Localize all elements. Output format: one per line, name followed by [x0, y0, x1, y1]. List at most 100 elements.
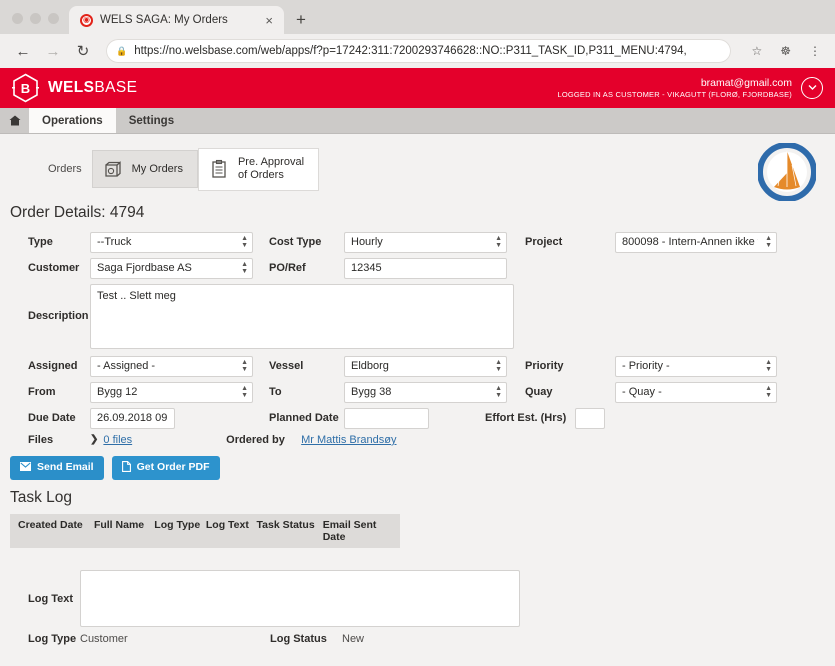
orders-tab-bar: Orders My Orders Pre. Approval of Orders	[0, 134, 835, 191]
user-account-block[interactable]: bramat@gmail.com LOGGED IN AS CUSTOMER -…	[557, 76, 823, 100]
window-controls[interactable]	[8, 13, 69, 34]
column-log-text[interactable]: Log Text	[206, 519, 257, 543]
account-chevron-down-icon[interactable]	[801, 76, 823, 99]
log-status-value: New	[342, 633, 365, 646]
project-select[interactable]: 800098 - Intern-Annen ikke fakturer	[615, 231, 777, 253]
close-tab-icon[interactable]: ×	[260, 14, 278, 27]
form-row-dates: Due Date Planned Date Effort Est. (Hrs)	[10, 407, 825, 429]
get-order-pdf-button[interactable]: Get Order PDF	[111, 455, 220, 481]
form-row-files: Files ❯ 0 files Ordered by Mr Mattis Bra…	[10, 434, 825, 446]
from-select[interactable]: Bygg 12	[90, 381, 253, 403]
priority-select[interactable]: - Priority -	[615, 355, 777, 377]
profile-icon[interactable]: ☸	[776, 44, 795, 58]
column-full-name[interactable]: Full Name	[94, 519, 154, 543]
assigned-select[interactable]: - Assigned -	[90, 355, 253, 377]
assigned-label: Assigned	[28, 360, 78, 373]
orders-label: Orders	[48, 163, 82, 176]
svg-text:B: B	[21, 81, 30, 96]
customer-select[interactable]: Saga Fjordbase AS	[90, 257, 253, 279]
cost-type-select[interactable]: Hourly	[344, 231, 507, 253]
effort-est-input[interactable]	[575, 407, 605, 429]
bookmark-star-icon[interactable]: ☆	[747, 44, 766, 58]
po-ref-label: PO/Ref	[269, 262, 306, 275]
column-log-type[interactable]: Log Type	[154, 519, 206, 543]
form-row-customer: Customer Saga Fjordbase AS ▲ ▼ PO/Ref	[10, 257, 825, 279]
ordered-by-label: Ordered by	[226, 433, 285, 446]
log-status-label: Log Status	[270, 633, 327, 646]
browser-menu-icon[interactable]: ⋮	[805, 44, 825, 58]
form-row-from-to: From Bygg 12 ▲ ▼ To Bygg 38 ▲ ▼ Quay - Quay …	[10, 381, 825, 403]
welsbase-hexagon-logo-icon: B	[12, 73, 39, 103]
description-textarea[interactable]: Test .. Slett meg	[90, 283, 514, 349]
brand-name: WELSBASE	[48, 79, 138, 96]
log-text-label: Log Text	[28, 592, 74, 605]
column-created-date[interactable]: Created Date	[18, 519, 94, 543]
due-date-label: Due Date	[28, 412, 76, 425]
orders-tab-my-orders[interactable]: My Orders	[91, 150, 198, 189]
browser-tab[interactable]: ◉ WELS SAGA: My Orders ×	[69, 6, 284, 34]
envelope-icon	[20, 461, 31, 475]
brand-logo[interactable]: B WELSBASE	[12, 73, 137, 103]
quay-label: Quay	[525, 386, 553, 399]
maximize-window-button[interactable]	[48, 13, 59, 24]
description-label: Description	[28, 310, 89, 323]
vessel-label: Vessel	[269, 360, 304, 373]
send-email-label: Send Email	[37, 461, 94, 474]
files-label: Files	[28, 433, 54, 446]
address-bar[interactable]: 🔒 https://no.welsbase.com/web/apps/f?p=1…	[106, 39, 732, 63]
type-label: Type	[28, 236, 53, 249]
form-row-type: Type --Truck ▲ ▼ Cost Type Hourly ▲ ▼ Projec…	[10, 231, 825, 253]
type-select[interactable]: --Truck	[90, 231, 253, 253]
close-window-button[interactable]	[12, 13, 23, 24]
orders-tab-my-orders-label: My Orders	[131, 162, 183, 175]
browser-chrome: ◉ WELS SAGA: My Orders × + ← → ↻ 🔒 https…	[0, 0, 835, 68]
planned-date-input[interactable]	[344, 407, 429, 429]
column-email-sent-date[interactable]: Email Sent Date	[323, 519, 400, 543]
log-meta-row: Log Type Customer Log Status New	[0, 627, 835, 645]
reload-icon[interactable]: ↻	[70, 38, 96, 64]
order-details-form: Type --Truck ▲ ▼ Cost Type Hourly ▲ ▼ Projec…	[0, 231, 835, 446]
page-title: Order Details: 4794	[10, 203, 145, 221]
planned-date-label: Planned Date	[269, 412, 339, 425]
toolbar-icons: ☆ ☸ ⋮	[741, 44, 825, 58]
send-email-button[interactable]: Send Email	[10, 455, 104, 481]
new-tab-button[interactable]: +	[284, 11, 316, 34]
from-label: From	[28, 386, 56, 399]
column-task-status[interactable]: Task Status	[257, 519, 323, 543]
minimize-window-button[interactable]	[30, 13, 41, 24]
to-label: To	[269, 386, 282, 399]
welsbase-favicon-icon: ◉	[80, 13, 93, 27]
ordered-by-link[interactable]: Mr Mattis Brandsøy	[301, 434, 396, 446]
to-select[interactable]: Bygg 38	[344, 381, 507, 403]
due-date-input[interactable]	[90, 407, 175, 429]
log-type-value: Customer	[80, 633, 128, 646]
browser-tabstrip: ◉ WELS SAGA: My Orders × +	[0, 0, 835, 34]
effort-est-label: Effort Est. (Hrs)	[485, 412, 567, 425]
project-label: Project	[525, 236, 563, 249]
log-text-textarea[interactable]	[80, 570, 520, 628]
url-text: https://no.welsbase.com/web/apps/f?p=172…	[134, 45, 687, 57]
form-row-assigned: Assigned - Assigned - ▲ ▼ Vessel Eldborg ▲ ▼…	[10, 355, 825, 377]
nav-item-settings[interactable]: Settings	[116, 108, 187, 133]
cost-type-label: Cost Type	[269, 236, 322, 249]
back-navigation-icon[interactable]: ←	[10, 38, 36, 64]
quay-select[interactable]: - Quay -	[615, 381, 777, 403]
user-email: bramat@gmail.com	[700, 76, 792, 89]
browser-toolbar: ← → ↻ 🔒 https://no.welsbase.com/web/apps…	[0, 34, 835, 68]
user-role-text: LOGGED IN AS CUSTOMER - VIKAGUTT (FLORØ,…	[557, 90, 792, 100]
browser-tab-title: WELS SAGA: My Orders	[100, 14, 228, 26]
forward-navigation-icon[interactable]: →	[40, 38, 66, 64]
chevron-right-icon: ❯	[90, 434, 99, 446]
nav-item-operations[interactable]: Operations	[29, 108, 116, 133]
files-link[interactable]: 0 files	[103, 434, 132, 446]
orders-tab-pre-approval[interactable]: Pre. Approval of Orders	[197, 148, 320, 191]
saga-fjordbase-logo-icon	[757, 142, 817, 202]
task-log-table-header: Created Date Full Name Log Type Log Text…	[10, 514, 400, 549]
task-log-title: Task Log	[10, 489, 73, 507]
pdf-document-icon	[121, 460, 131, 476]
priority-label: Priority	[525, 360, 564, 373]
po-ref-input[interactable]	[344, 257, 507, 279]
get-order-pdf-label: Get Order PDF	[136, 461, 210, 474]
vessel-select[interactable]: Eldborg	[344, 355, 507, 377]
home-icon[interactable]	[0, 108, 29, 133]
